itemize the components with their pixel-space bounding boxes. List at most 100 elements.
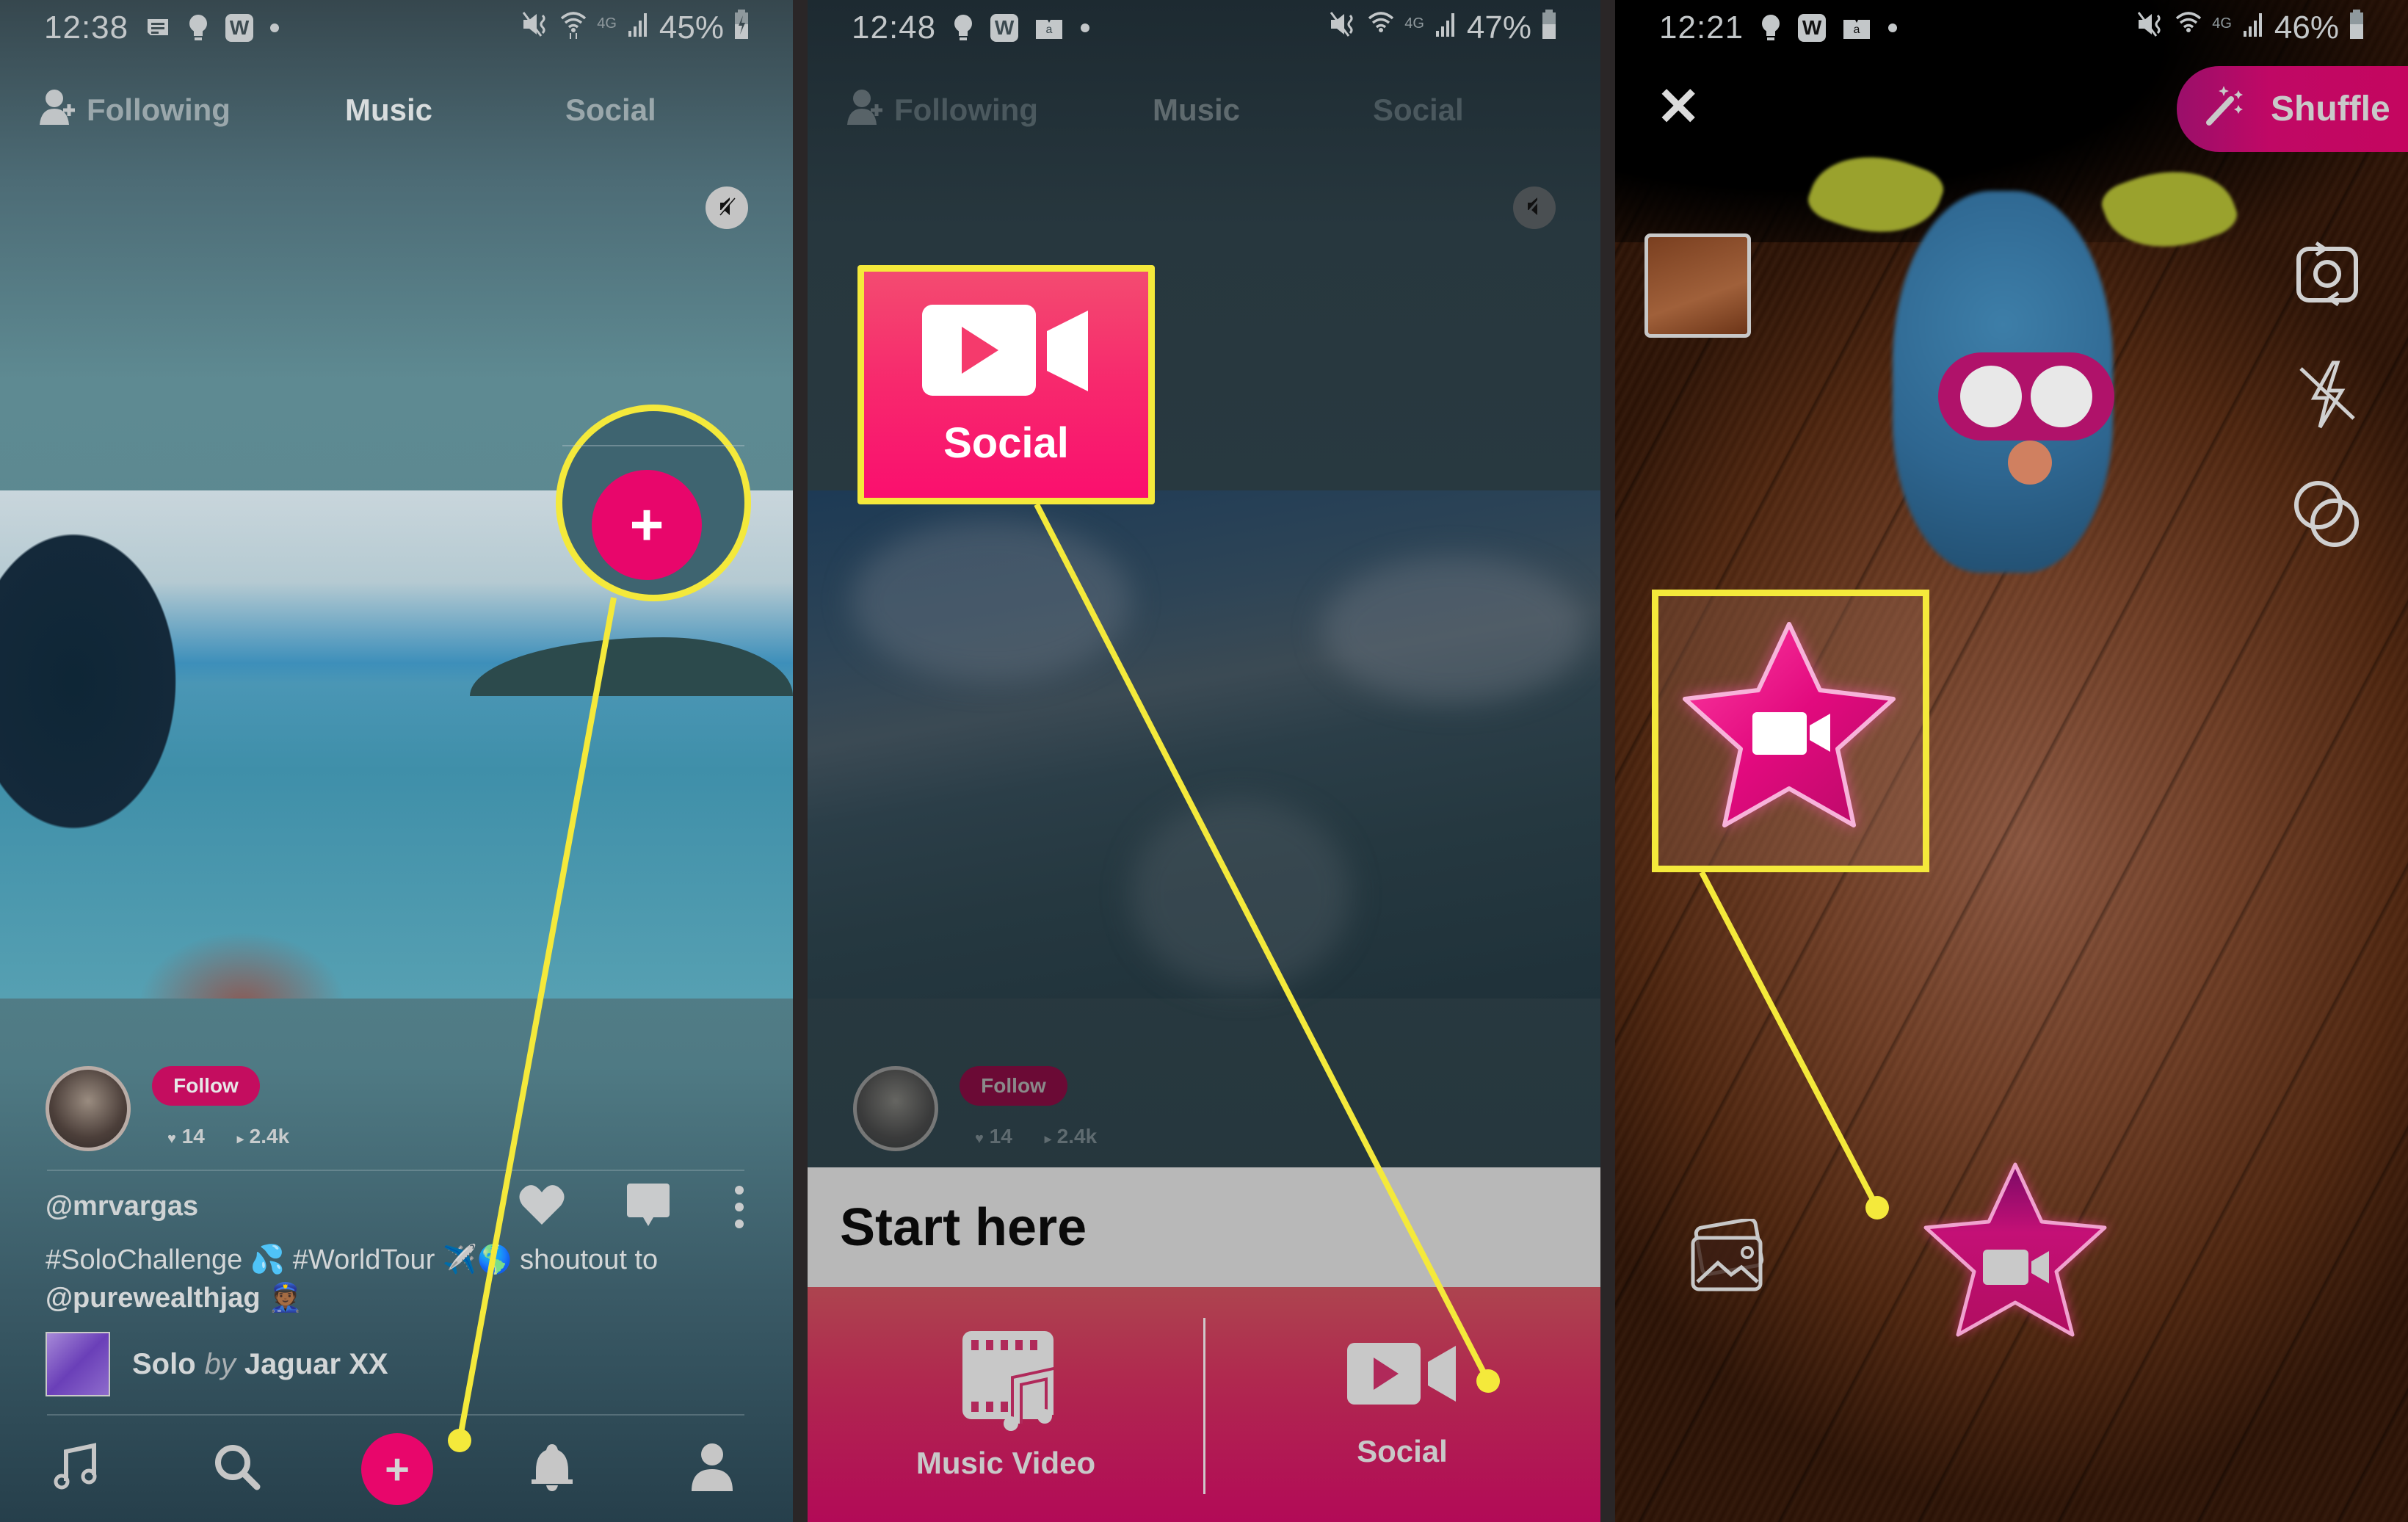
subject-eye — [1960, 366, 2022, 427]
more-options-icon[interactable] — [734, 1185, 744, 1233]
lightbulb-icon — [187, 14, 209, 42]
speaker-muted-icon — [716, 195, 738, 221]
vibrate-mute-icon — [521, 10, 550, 46]
avatar[interactable] — [46, 1066, 131, 1151]
gallery-last-photo-thumbnail[interactable] — [1644, 233, 1751, 338]
create-post-button-zoomed[interactable]: + — [592, 470, 702, 580]
heart-small-icon: ♥ — [975, 1131, 984, 1147]
callout-label: Social — [943, 419, 1069, 467]
tab-social[interactable]: Social — [565, 93, 656, 128]
w-app-icon: W — [1798, 14, 1827, 42]
tab-following[interactable]: Following — [40, 88, 231, 132]
video-camera-icon — [921, 302, 1091, 401]
battery-charging-icon — [734, 10, 749, 46]
cloud-shape — [1321, 557, 1586, 703]
battery-percent: 46% — [2274, 10, 2339, 46]
mute-toggle-button[interactable] — [1513, 186, 1556, 229]
nav-search-button[interactable] — [213, 1443, 261, 1495]
option-music-video[interactable]: Music Video — [808, 1287, 1204, 1522]
mute-toggle-button[interactable] — [706, 186, 748, 229]
avatar — [853, 1066, 938, 1151]
shuffle-button[interactable]: Shuffle — [2177, 66, 2408, 152]
dot-icon — [1887, 23, 1898, 33]
flip-camera-button[interactable] — [2294, 239, 2360, 313]
wifi-icon — [1368, 10, 1394, 46]
flash-off-button[interactable] — [2298, 360, 2357, 434]
screen-feed: 12:38 W 4G 45% Following Music Social Fo… — [0, 0, 793, 1522]
kindle-icon: a — [1034, 15, 1064, 40]
status-time: 12:38 — [44, 10, 129, 46]
wake-shape — [1131, 799, 1351, 990]
social-option-callout: Social — [857, 265, 1155, 504]
nav-notifications-button[interactable] — [532, 1443, 573, 1495]
username-link[interactable]: @mrvargas — [46, 1191, 198, 1222]
status-bar: 12:48 W a 4G 47% — [852, 6, 1556, 50]
add-person-icon — [847, 88, 887, 132]
effects-button[interactable] — [2291, 477, 2364, 554]
status-time: 12:48 — [852, 10, 937, 46]
lightbulb-icon — [1760, 14, 1782, 42]
battery-percent: 47% — [1466, 10, 1531, 46]
tab-social[interactable]: Social — [1373, 93, 1464, 128]
tab-music[interactable]: Music — [345, 93, 432, 128]
follow-button[interactable]: Follow — [152, 1066, 260, 1106]
vibrate-mute-icon — [2136, 10, 2165, 46]
plays-stat: ▸ 2.4k — [1044, 1125, 1098, 1148]
message-icon — [145, 15, 171, 41]
search-icon — [213, 1443, 261, 1495]
tab-following[interactable]: Following — [847, 88, 1038, 132]
highlight-ring: + — [556, 405, 751, 601]
create-post-button[interactable]: + — [361, 1433, 433, 1505]
plus-icon: + — [629, 492, 664, 557]
nav-music-button[interactable] — [51, 1443, 100, 1495]
kindle-icon: a — [1842, 15, 1871, 40]
screen-create-menu: 12:48 W a 4G 47% Following Music Social … — [808, 0, 1600, 1522]
caption-line-2: @purewealthjag 👮🏾 — [46, 1283, 303, 1313]
option-label: Social — [1357, 1434, 1448, 1468]
callout-dot — [448, 1429, 471, 1452]
network-label: 4G — [597, 15, 617, 32]
video-player-dimmed — [808, 490, 1600, 999]
screen-camera: 12:21 W a 4G 46% ✕ Shuffle — [1615, 0, 2408, 1522]
record-video-button[interactable] — [1905, 1154, 2125, 1371]
signal-icon — [1435, 10, 1457, 46]
w-app-icon: W — [225, 14, 254, 42]
track-by: by — [204, 1347, 236, 1380]
likes-stat: ♥ 14 — [167, 1125, 205, 1148]
like-button[interactable] — [518, 1184, 565, 1230]
cloud-shape — [852, 520, 1131, 681]
close-button[interactable]: ✕ — [1656, 81, 1700, 134]
tab-music[interactable]: Music — [1153, 93, 1240, 128]
nav-profile-button[interactable] — [690, 1443, 734, 1495]
caption-line-1: #SoloChallenge 💦 #WorldTour ✈️🌎 shoutout… — [46, 1244, 659, 1275]
svg-text:a: a — [1854, 23, 1860, 36]
video-camera-icon — [1347, 1340, 1457, 1413]
battery-charging-icon — [1542, 10, 1556, 46]
music-note-icon — [51, 1443, 100, 1495]
create-options-sheet: Music Video Social — [808, 1287, 1600, 1522]
option-social[interactable]: Social — [1204, 1287, 1600, 1522]
subject-eye — [2031, 366, 2092, 427]
play-small-icon: ▸ — [1044, 1131, 1051, 1146]
heart-small-icon: ♥ — [167, 1131, 176, 1147]
wifi-icon — [560, 10, 587, 46]
status-bar: 12:38 W 4G 45% — [44, 6, 749, 50]
top-tabs: Following Music Social — [37, 84, 756, 136]
track-artwork — [46, 1332, 110, 1396]
speaker-muted-icon — [1523, 195, 1545, 221]
post-caption: #SoloChallenge 💦 #WorldTour ✈️🌎 shoutout… — [46, 1241, 658, 1317]
status-bar: 12:21 W a 4G 46% — [1659, 6, 2364, 50]
comment-button[interactable] — [627, 1184, 670, 1231]
gallery-button[interactable] — [1689, 1217, 1769, 1296]
subject-nose — [2008, 441, 2052, 485]
track-title: Solo — [132, 1347, 196, 1380]
record-button-callout — [1652, 590, 1929, 872]
vibrate-mute-icon — [1328, 10, 1357, 46]
track-info[interactable]: Solo by Jaguar XX — [46, 1332, 388, 1396]
battery-percent: 45% — [659, 10, 724, 46]
subject-eyes — [1938, 352, 2114, 441]
signal-icon — [2242, 10, 2264, 46]
dot-icon — [269, 23, 280, 33]
status-time: 12:21 — [1659, 10, 1744, 46]
svg-text:a: a — [1046, 23, 1053, 36]
